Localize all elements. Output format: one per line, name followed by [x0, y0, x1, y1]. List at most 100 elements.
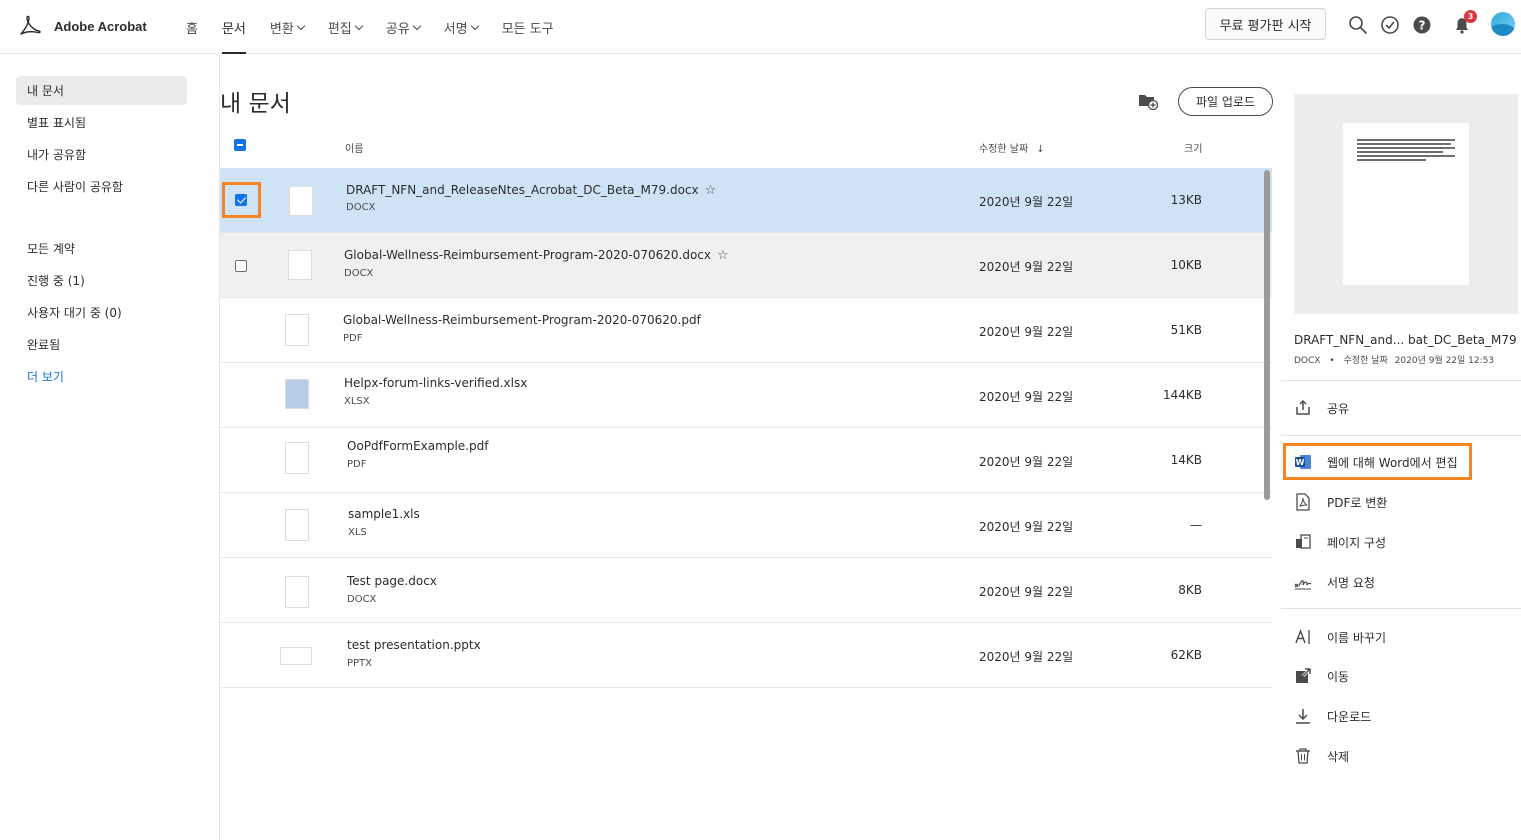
action-label: 다운로드: [1327, 709, 1372, 724]
nav-convert[interactable]: 변환: [269, 0, 306, 54]
table-row[interactable]: DRAFT_NFN_and_ReleaseNtes_Acrobat_DC_Bet…: [220, 168, 1272, 233]
top-navigation: 홈 문서 변환 편집 공유 서명 모든 도구: [186, 0, 578, 54]
file-size: 62KB: [1170, 648, 1202, 662]
file-table: DRAFT_NFN_and_ReleaseNtes_Acrobat_DC_Bet…: [220, 168, 1272, 688]
table-row[interactable]: Global-Wellness-Reimbursement-Program-20…: [220, 298, 1272, 363]
action-label: 서명 요청: [1327, 575, 1375, 590]
svg-text:?: ?: [1419, 19, 1426, 33]
file-size: 144KB: [1162, 388, 1202, 402]
table-row[interactable]: test presentation.pptx PPTX 2020년 9월 22일…: [220, 623, 1272, 688]
file-thumbnail: [285, 314, 309, 346]
table-row[interactable]: sample1.xls XLS 2020년 9월 22일 —: [220, 493, 1272, 558]
row-checkbox[interactable]: [235, 194, 247, 206]
action-rename[interactable]: 이름 바꾸기: [1294, 627, 1386, 647]
table-row[interactable]: OoPdfFormExample.pdf PDF 2020년 9월 22일 14…: [220, 428, 1272, 493]
pdf-convert-icon: [1296, 493, 1310, 511]
file-thumbnail: [285, 509, 309, 541]
action-download[interactable]: 다운로드: [1294, 706, 1371, 726]
modified-value: 2020년 9월 22일 12:53: [1394, 356, 1495, 366]
file-type: DOCX: [344, 268, 374, 279]
user-avatar[interactable]: [1491, 12, 1515, 36]
signature-icon: [1294, 580, 1312, 590]
help-icon[interactable]: ?: [1412, 15, 1432, 35]
sidebar-show-more-link[interactable]: 더 보기: [16, 362, 187, 391]
file-name[interactable]: OoPdfFormExample.pdf: [347, 439, 488, 453]
file-name[interactable]: DRAFT_NFN_and_ReleaseNtes_Acrobat_DC_Bet…: [346, 183, 716, 198]
sidebar-item-shared-by-others[interactable]: 다른 사람이 공유함: [16, 172, 187, 201]
file-date: 2020년 9월 22일: [979, 520, 1074, 534]
file-thumbnail: [285, 379, 309, 409]
action-organize-pages[interactable]: 페이지 구성: [1294, 532, 1386, 552]
table-row[interactable]: Test page.docx DOCX 2020년 9월 22일 8KB: [220, 558, 1272, 623]
file-name[interactable]: test presentation.pptx: [347, 638, 481, 652]
acrobat-logo[interactable]: Adobe Acrobat: [18, 14, 147, 38]
nav-sign[interactable]: 서명: [443, 0, 479, 54]
new-folder-icon[interactable]: [1138, 91, 1158, 111]
nav-documents[interactable]: 문서: [221, 0, 246, 54]
action-label: 삭제: [1327, 749, 1350, 764]
action-edit-in-word[interactable]: W 웹에 대해 Word에서 편집: [1294, 452, 1458, 472]
organize-pages-icon: [1296, 534, 1311, 549]
file-date: 2020년 9월 22일: [979, 390, 1074, 404]
file-type: DOCX: [346, 202, 376, 213]
nav-all-tools[interactable]: 모든 도구: [502, 0, 554, 54]
share-icon: [1296, 399, 1310, 415]
file-name[interactable]: Helpx-forum-links-verified.xlsx: [344, 376, 527, 390]
file-name-text: DRAFT_NFN_and_ReleaseNtes_Acrobat_DC_Bet…: [346, 183, 699, 197]
upload-file-button[interactable]: 파일 업로드: [1178, 87, 1273, 116]
action-convert-pdf[interactable]: PDF로 변환: [1294, 492, 1387, 512]
column-header-name[interactable]: 이름: [345, 140, 363, 155]
file-type: DOCX: [347, 594, 377, 605]
action-label: 웹에 대해 Word에서 편집: [1327, 455, 1458, 470]
file-name[interactable]: Global-Wellness-Reimbursement-Program-20…: [343, 313, 701, 327]
file-name[interactable]: Test page.docx: [347, 574, 437, 588]
chevron-down-icon: [354, 21, 363, 30]
file-name[interactable]: sample1.xls: [348, 507, 420, 521]
file-name[interactable]: Global-Wellness-Reimbursement-Program-20…: [344, 248, 729, 263]
sidebar-item-completed[interactable]: 완료됨: [16, 330, 187, 359]
file-size: 8KB: [1178, 583, 1202, 597]
file-date: 2020년 9월 22일: [979, 195, 1074, 209]
file-size: 13KB: [1170, 193, 1202, 207]
nav-label: 변환: [269, 21, 294, 37]
column-header-size[interactable]: 크기: [1184, 140, 1202, 155]
nav-edit[interactable]: 편집: [328, 0, 363, 54]
nav-home[interactable]: 홈: [186, 0, 198, 54]
file-thumbnail: [280, 647, 312, 665]
row-checkbox[interactable]: [235, 260, 247, 272]
table-row[interactable]: Global-Wellness-Reimbursement-Program-20…: [220, 233, 1272, 298]
column-header-label: 수정한 날짜: [979, 144, 1029, 155]
file-size: —: [1190, 518, 1202, 532]
file-size: 10KB: [1170, 258, 1202, 272]
sidebar-item-all-agreements[interactable]: 모든 계약: [16, 234, 187, 263]
file-thumbnail: [285, 442, 309, 474]
table-row[interactable]: Helpx-forum-links-verified.xlsx XLSX 202…: [220, 363, 1272, 428]
check-circle-icon[interactable]: [1380, 15, 1400, 35]
star-icon[interactable]: ☆: [717, 248, 729, 263]
action-delete[interactable]: 삭제: [1294, 746, 1349, 766]
action-move[interactable]: 이동: [1294, 666, 1349, 686]
free-trial-button[interactable]: 무료 평가판 시작: [1205, 8, 1326, 40]
table-header: 이름 수정한 날짜 ↓ 크기: [220, 130, 1272, 164]
file-name-text: Global-Wellness-Reimbursement-Program-20…: [344, 248, 711, 262]
sidebar-item-starred[interactable]: 별표 표시됨: [16, 108, 187, 137]
sidebar-item-in-progress[interactable]: 진행 중 (1): [16, 266, 187, 295]
sidebar-item-waiting-for-you[interactable]: 사용자 대기 중 (0): [16, 298, 187, 327]
top-header: Adobe Acrobat 홈 문서 변환 편집 공유 서명 모든 도구 무료 …: [0, 0, 1521, 54]
sidebar-item-shared-by-me[interactable]: 내가 공유함: [16, 140, 187, 169]
star-icon[interactable]: ☆: [705, 183, 717, 198]
sidebar-item-my-documents[interactable]: 내 문서: [16, 76, 187, 105]
table-scrollbar[interactable]: [1264, 170, 1270, 500]
action-request-signature[interactable]: 서명 요청: [1294, 572, 1375, 592]
panel-divider: [1281, 380, 1521, 381]
app-name: Adobe Acrobat: [54, 18, 147, 34]
column-header-modified[interactable]: 수정한 날짜 ↓: [979, 140, 1045, 155]
panel-divider: [1281, 435, 1521, 436]
svg-text:W: W: [1296, 458, 1305, 467]
file-preview: [1294, 94, 1518, 314]
search-icon[interactable]: [1348, 15, 1368, 35]
nav-share[interactable]: 공유: [386, 0, 421, 54]
sort-arrow-down-icon: ↓: [1036, 144, 1045, 155]
action-share[interactable]: 공유: [1294, 398, 1349, 418]
nav-label: 서명: [443, 21, 468, 37]
